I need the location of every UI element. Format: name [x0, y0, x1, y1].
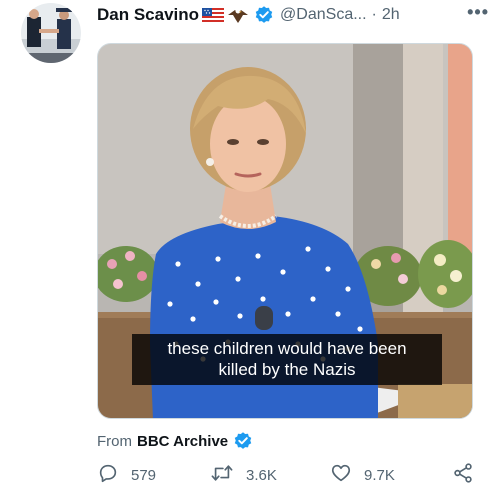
reply-icon — [97, 462, 119, 488]
heart-icon — [330, 462, 352, 488]
retweet-icon — [210, 462, 234, 488]
attribution-source-link[interactable]: BBC Archive — [137, 433, 228, 450]
tweet-timestamp[interactable]: 2h — [382, 6, 400, 24]
media-attribution: From BBC Archive — [97, 431, 259, 451]
eagle-emoji-icon — [227, 6, 249, 24]
like-button[interactable]: 9.7K — [330, 462, 395, 488]
share-button[interactable] — [452, 462, 474, 488]
share-icon — [452, 462, 474, 488]
retweet-count: 3.6K — [246, 466, 277, 484]
reply-button[interactable]: 579 — [97, 462, 156, 488]
tweet-action-bar: 579 3.6K 9.7K — [97, 462, 477, 492]
separator-dot: · — [371, 6, 377, 23]
like-count: 9.7K — [364, 466, 395, 484]
subtitle-line-1: these children would have been — [167, 339, 407, 358]
reply-count: 579 — [131, 466, 157, 484]
attribution-prefix: From — [97, 432, 132, 450]
verified-badge-icon — [233, 431, 253, 451]
us-flag-emoji-icon — [202, 7, 225, 23]
video-subtitle: these children would have been killed by… — [132, 334, 442, 385]
subtitle-line-2: killed by the Nazis — [218, 360, 356, 379]
tweet-header: Dan Scavino @DanSca... · 2h — [97, 2, 481, 28]
avatar[interactable] — [21, 3, 81, 63]
verified-badge-icon — [254, 5, 274, 25]
author-name[interactable]: Dan Scavino — [97, 5, 199, 25]
retweet-button[interactable]: 3.6K — [210, 462, 277, 488]
more-options-icon[interactable]: ••• — [467, 3, 489, 21]
author-handle[interactable]: @DanSca... — [280, 6, 367, 24]
